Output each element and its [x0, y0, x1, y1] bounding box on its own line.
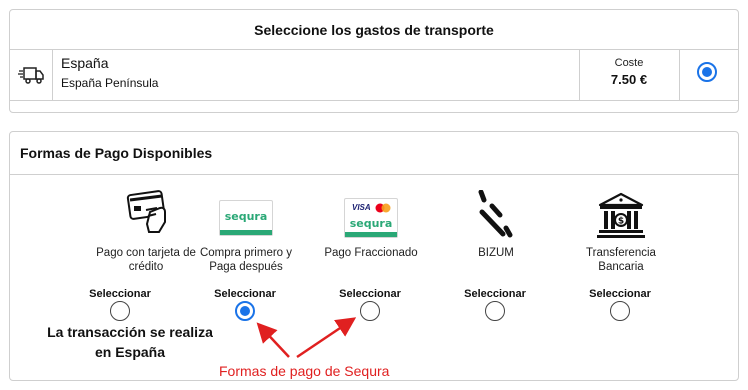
annotation-arrow: [256, 322, 290, 358]
annotation-arrow: [296, 317, 357, 359]
annotation-text: Formas de pago de Sequra: [219, 363, 390, 379]
annotation-arrows: [256, 317, 357, 359]
